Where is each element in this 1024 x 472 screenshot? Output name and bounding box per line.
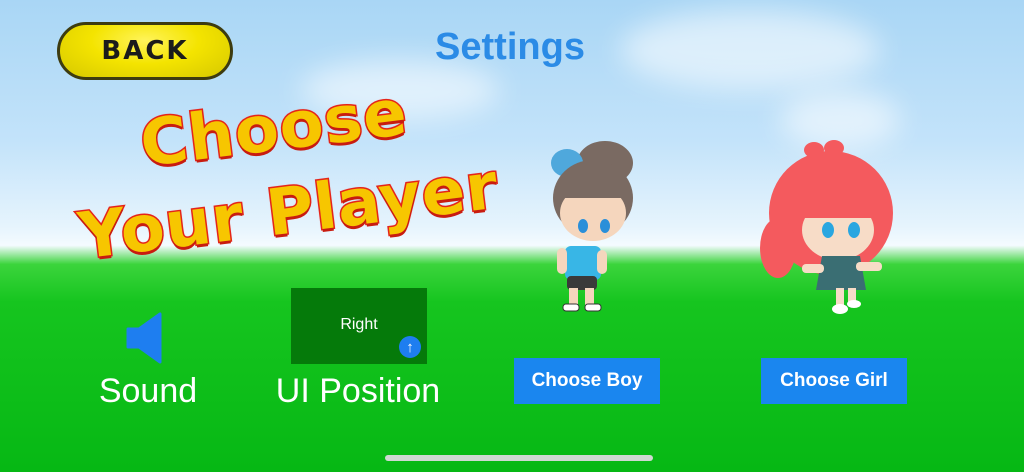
choose-boy-button[interactable]: Choose Boy [514,358,660,404]
speaker-icon[interactable] [124,310,168,366]
cloud [620,10,880,90]
girl-character[interactable] [756,138,906,318]
back-button-label: BACK [101,36,189,66]
back-button[interactable]: BACK [57,22,233,80]
page-title: Settings [435,26,585,68]
home-indicator[interactable] [385,455,653,461]
sound-label: Sound [98,372,198,410]
ui-position-value: Right [340,316,378,333]
ui-position-toggle[interactable]: Right ↑ [291,288,427,364]
boy-character[interactable] [535,118,655,318]
arrow-up-circle-icon: ↑ [399,336,421,358]
choose-girl-button[interactable]: Choose Girl [761,358,907,404]
ui-position-label: UI Position [275,372,441,410]
